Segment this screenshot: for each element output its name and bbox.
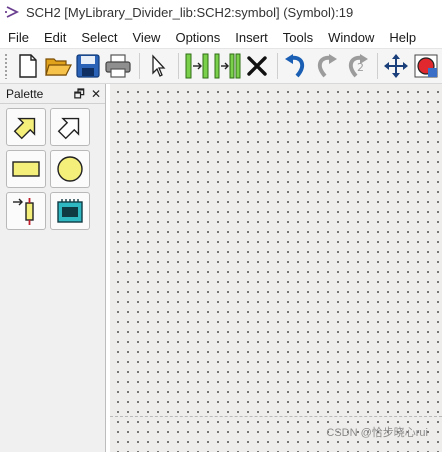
circle-shape-icon — [57, 156, 83, 182]
menu-window[interactable]: Window — [320, 30, 381, 45]
watermark-text: CSDN @恰步晓心rui — [326, 427, 428, 439]
toolbar-separator — [138, 53, 140, 79]
select-tool-button[interactable] — [143, 51, 171, 81]
palette-title: Palette — [6, 86, 44, 101]
window-title: SCH2 [MyLibrary_Divider_lib:SCH2:symbol]… — [26, 4, 354, 20]
reset-button[interactable]: 2 — [342, 51, 370, 81]
page-boundary-line — [110, 416, 442, 417]
menu-select[interactable]: Select — [73, 30, 124, 45]
new-file-button[interactable] — [14, 51, 42, 81]
palette-header: Palette 🗗 ✕ — [0, 84, 105, 104]
output-pin-shape-icon — [57, 117, 80, 140]
zoom-icon — [414, 54, 438, 78]
pin-tool-icon — [13, 198, 34, 225]
reset-icon: 2 — [348, 54, 368, 78]
toolbar-separator — [277, 53, 279, 79]
select-arrow-icon — [151, 54, 166, 77]
add-pins-button[interactable] — [213, 51, 241, 81]
toolbar-separator — [177, 53, 179, 79]
main-toolbar: 2 — [0, 48, 442, 84]
schematic-canvas[interactable]: CSDN @恰步晓心rui — [110, 84, 442, 452]
menu-file[interactable]: File — [0, 30, 36, 45]
menu-bar: File Edit Select View Options Insert Too… — [0, 26, 442, 48]
delete-icon — [247, 56, 267, 76]
app-logo-icon — [4, 4, 20, 20]
menu-options[interactable]: Options — [167, 30, 227, 45]
save-button[interactable] — [74, 51, 102, 81]
move-icon — [383, 54, 408, 78]
output-pin-shape-button[interactable] — [50, 108, 90, 146]
rectangle-shape-button[interactable] — [6, 150, 46, 188]
rectangle-shape-icon — [12, 161, 40, 177]
toolbar-separator — [376, 53, 378, 79]
move-button[interactable] — [382, 51, 410, 81]
new-file-icon — [19, 54, 37, 78]
circle-shape-button[interactable] — [50, 150, 90, 188]
add-pin-icon — [185, 53, 209, 79]
toolbar-grip[interactable] — [4, 53, 8, 79]
undo-button[interactable] — [282, 51, 310, 81]
redo-button[interactable] — [312, 51, 340, 81]
symbol-tool-button[interactable] — [50, 192, 90, 230]
menu-edit[interactable]: Edit — [36, 30, 73, 45]
input-pin-shape-button[interactable] — [6, 108, 46, 146]
zoom-button[interactable] — [412, 51, 440, 81]
delete-button[interactable] — [243, 51, 271, 81]
save-icon — [76, 54, 100, 78]
symbol-tool-icon — [57, 199, 83, 223]
menu-insert[interactable]: Insert — [227, 30, 275, 45]
add-pin-button[interactable] — [183, 51, 211, 81]
close-icon[interactable]: ✕ — [91, 88, 101, 100]
title-bar: SCH2 [MyLibrary_Divider_lib:SCH2:symbol]… — [0, 0, 442, 24]
menu-view[interactable]: View — [125, 30, 168, 45]
undo-icon — [285, 54, 305, 78]
input-pin-shape-icon — [13, 117, 36, 140]
palette-tools — [0, 104, 105, 230]
menu-tools[interactable]: Tools — [275, 30, 320, 45]
redo-icon — [318, 54, 338, 78]
open-folder-icon — [45, 58, 73, 76]
pin-tool-button[interactable] — [6, 192, 46, 230]
restore-icon[interactable]: 🗗 — [74, 88, 85, 100]
open-button[interactable] — [44, 51, 73, 81]
menu-help[interactable]: Help — [381, 30, 423, 45]
print-icon — [105, 54, 132, 78]
svg-text:2: 2 — [357, 61, 364, 74]
add-pins-icon — [214, 53, 241, 79]
print-button[interactable] — [104, 51, 132, 81]
palette-panel: Palette 🗗 ✕ — [0, 84, 106, 452]
